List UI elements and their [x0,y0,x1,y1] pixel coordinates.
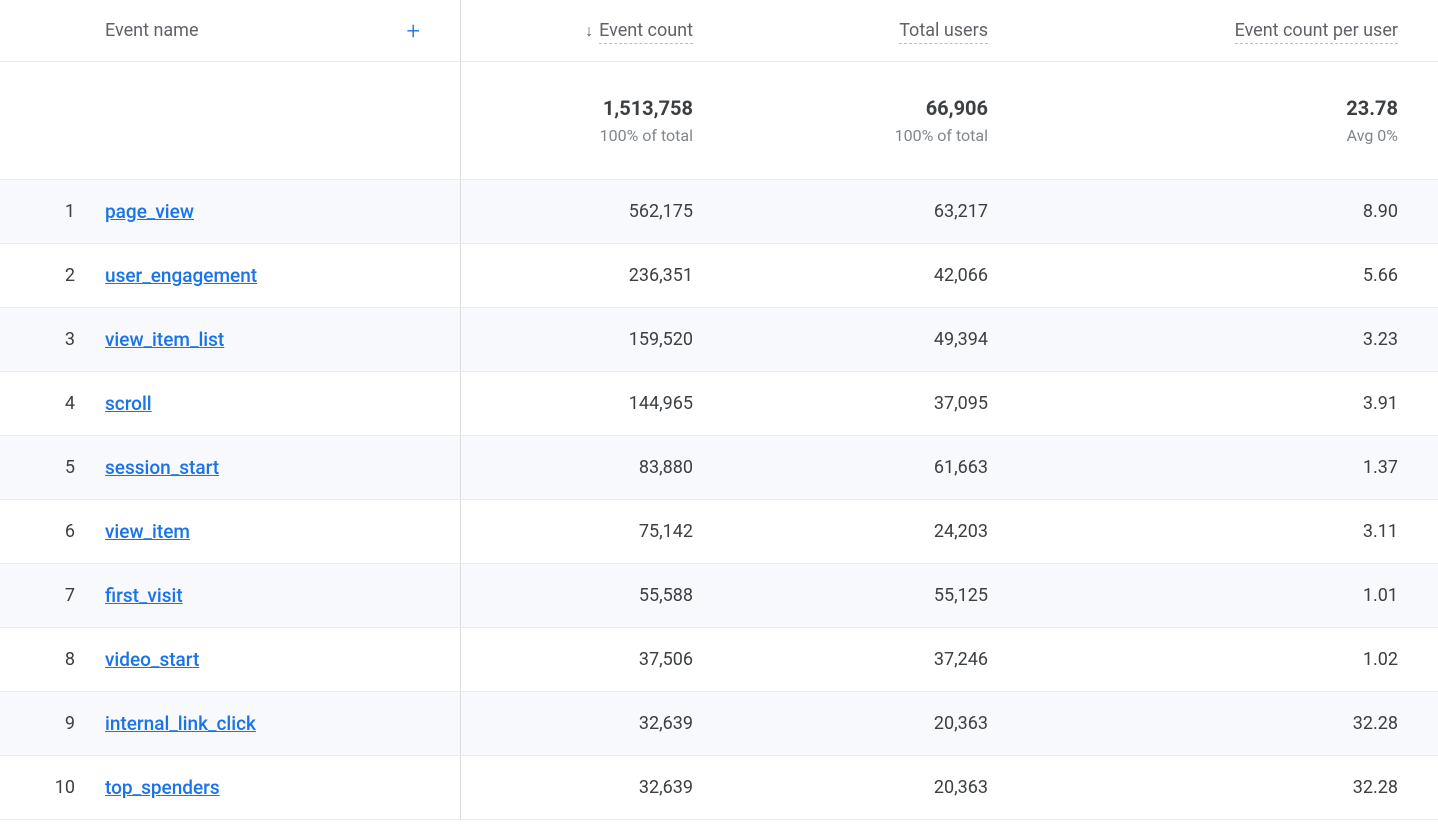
event-link[interactable]: first_visit [105,584,183,607]
header-dimension: Event name + [105,20,460,41]
metric-label-per-user: Event count per user [1235,20,1398,44]
summary-per-user-value: 23.78 [1346,96,1398,120]
row-per-user: 8.90 [1028,201,1438,222]
row-per-user: 32.28 [1028,777,1438,798]
row-index: 10 [0,777,105,798]
row-total-users: 42,066 [733,265,1028,286]
row-index: 7 [0,585,105,606]
table-row: 4 scroll 144,965 37,095 3.91 [0,372,1438,436]
summary-total-users-value: 66,906 [926,96,988,120]
row-total-users: 61,663 [733,457,1028,478]
row-index: 1 [0,201,105,222]
table-row: 7 first_visit 55,588 55,125 1.01 [0,564,1438,628]
row-event-name: user_engagement [105,264,460,287]
table-row: 8 video_start 37,506 37,246 1.02 [0,628,1438,692]
event-link[interactable]: top_spenders [105,776,220,799]
row-event-name: video_start [105,648,460,671]
row-event-name: scroll [105,392,460,415]
summary-per-user-sub: Avg 0% [1347,126,1398,145]
row-event-name: internal_link_click [105,712,460,735]
row-per-user: 5.66 [1028,265,1438,286]
row-index: 8 [0,649,105,670]
table-row: 9 internal_link_click 32,639 20,363 32.2… [0,692,1438,756]
row-total-users: 20,363 [733,713,1028,734]
event-link[interactable]: user_engagement [105,264,257,287]
summary-row: 1,513,758 100% of total 66,906 100% of t… [0,62,1438,180]
row-event-count: 159,520 [461,329,733,350]
add-dimension-icon[interactable]: + [406,17,420,45]
row-event-name: view_item [105,520,460,543]
row-event-count: 83,880 [461,457,733,478]
row-index: 5 [0,457,105,478]
row-per-user: 1.02 [1028,649,1438,670]
table-header-row: Event name + ↓ Event count Total users Ev… [0,0,1438,62]
row-event-name: top_spenders [105,776,460,799]
summary-total-users: 66,906 100% of total [733,96,1028,145]
table-row: 5 session_start 83,880 61,663 1.37 [0,436,1438,500]
header-total-users[interactable]: Total users [733,20,1028,41]
header-event-count[interactable]: ↓ Event count [461,20,733,41]
row-total-users: 63,217 [733,201,1028,222]
row-per-user: 1.01 [1028,585,1438,606]
row-event-count: 236,351 [461,265,733,286]
table-row: 1 page_view 562,175 63,217 8.90 [0,180,1438,244]
row-per-user: 3.11 [1028,521,1438,542]
event-link[interactable]: session_start [105,456,219,479]
event-link[interactable]: scroll [105,392,152,415]
row-event-count: 32,639 [461,777,733,798]
row-event-name: page_view [105,200,460,223]
row-total-users: 20,363 [733,777,1028,798]
summary-total-users-sub: 100% of total [895,126,988,145]
row-index: 4 [0,393,105,414]
row-total-users: 24,203 [733,521,1028,542]
summary-event-count: 1,513,758 100% of total [461,96,733,145]
event-link[interactable]: video_start [105,648,199,671]
row-per-user: 1.37 [1028,457,1438,478]
event-link[interactable]: page_view [105,200,194,223]
row-total-users: 49,394 [733,329,1028,350]
dimension-label: Event name [105,20,199,41]
summary-per-user: 23.78 Avg 0% [1028,96,1438,145]
row-per-user: 32.28 [1028,713,1438,734]
row-event-count: 144,965 [461,393,733,414]
row-event-name: session_start [105,456,460,479]
event-link[interactable]: internal_link_click [105,712,256,735]
row-per-user: 3.23 [1028,329,1438,350]
summary-event-count-value: 1,513,758 [603,96,693,120]
table-row: 10 top_spenders 32,639 20,363 32.28 [0,756,1438,820]
summary-event-count-sub: 100% of total [600,126,693,145]
event-link[interactable]: view_item [105,520,190,543]
table-row: 6 view_item 75,142 24,203 3.11 [0,500,1438,564]
row-total-users: 37,095 [733,393,1028,414]
row-total-users: 55,125 [733,585,1028,606]
row-event-count: 562,175 [461,201,733,222]
metric-label-event-count: Event count [599,20,693,44]
row-index: 3 [0,329,105,350]
row-index: 9 [0,713,105,734]
row-event-count: 32,639 [461,713,733,734]
events-table: Event name + ↓ Event count Total users Ev… [0,0,1438,820]
row-event-name: first_visit [105,584,460,607]
row-index: 6 [0,521,105,542]
table-body: 1 page_view 562,175 63,217 8.90 2 user_e… [0,180,1438,820]
sort-descending-icon: ↓ [585,21,593,41]
row-event-name: view_item_list [105,328,460,351]
header-per-user[interactable]: Event count per user [1028,20,1438,41]
event-link[interactable]: view_item_list [105,328,224,351]
row-event-count: 55,588 [461,585,733,606]
table-row: 2 user_engagement 236,351 42,066 5.66 [0,244,1438,308]
row-index: 2 [0,265,105,286]
row-event-count: 75,142 [461,521,733,542]
row-event-count: 37,506 [461,649,733,670]
metric-label-total-users: Total users [899,20,988,44]
table-row: 3 view_item_list 159,520 49,394 3.23 [0,308,1438,372]
row-per-user: 3.91 [1028,393,1438,414]
row-total-users: 37,246 [733,649,1028,670]
